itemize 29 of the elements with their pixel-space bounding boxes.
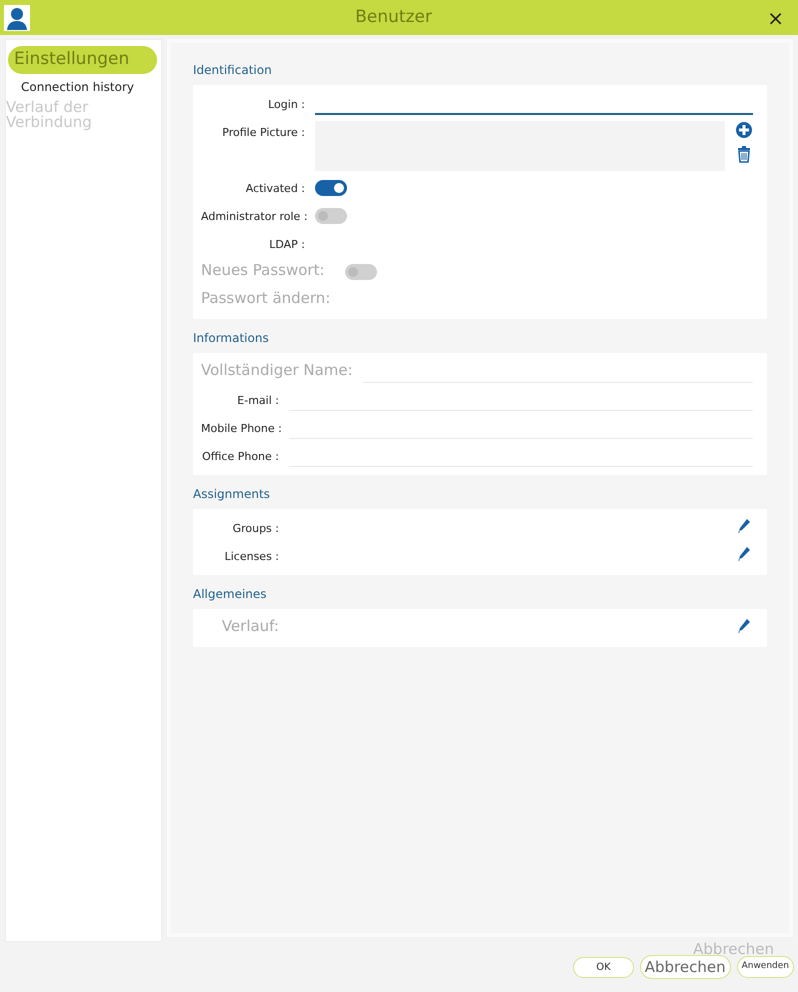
footer-button[interactable]: Abbrechen: [640, 954, 731, 980]
pencil-icon[interactable]: [735, 617, 753, 635]
field-label: LDAP :: [268, 237, 305, 253]
add-icon[interactable]: [735, 121, 753, 139]
footer-button[interactable]: Anwenden: [736, 956, 794, 978]
sidebar-item[interactable]: Connection history: [6, 76, 161, 98]
field-label: Mobile Phone :: [201, 421, 279, 437]
field-label: Office Phone :: [201, 449, 279, 465]
pencil-icon[interactable]: [735, 545, 753, 563]
field-label: Activated :: [244, 181, 305, 197]
field-label: E-mail :: [236, 393, 279, 409]
section-heading: Informations: [193, 330, 270, 347]
trash-icon[interactable]: [735, 144, 753, 162]
section-heading: Identification: [193, 62, 273, 79]
field-label: Profile Picture :: [221, 125, 305, 141]
field-label: Login :: [267, 97, 305, 113]
section-heading: Assignments: [193, 486, 271, 503]
translation-note: Abbrechen: [693, 942, 774, 957]
toggle-switch[interactable]: [315, 180, 347, 196]
footer-button[interactable]: OK: [573, 956, 634, 978]
section-heading: Allgemeines: [193, 586, 268, 603]
pencil-icon[interactable]: [735, 517, 753, 535]
window-title: Benutzer: [354, 6, 433, 29]
close-button[interactable]: ×: [757, 8, 794, 28]
field-label: Licenses :: [224, 549, 279, 565]
user-icon: [4, 4, 30, 30]
field-label: Vollständiger Name:: [201, 361, 353, 380]
field-label: Groups :: [232, 521, 279, 537]
field-label: Administrator role :: [201, 209, 305, 225]
